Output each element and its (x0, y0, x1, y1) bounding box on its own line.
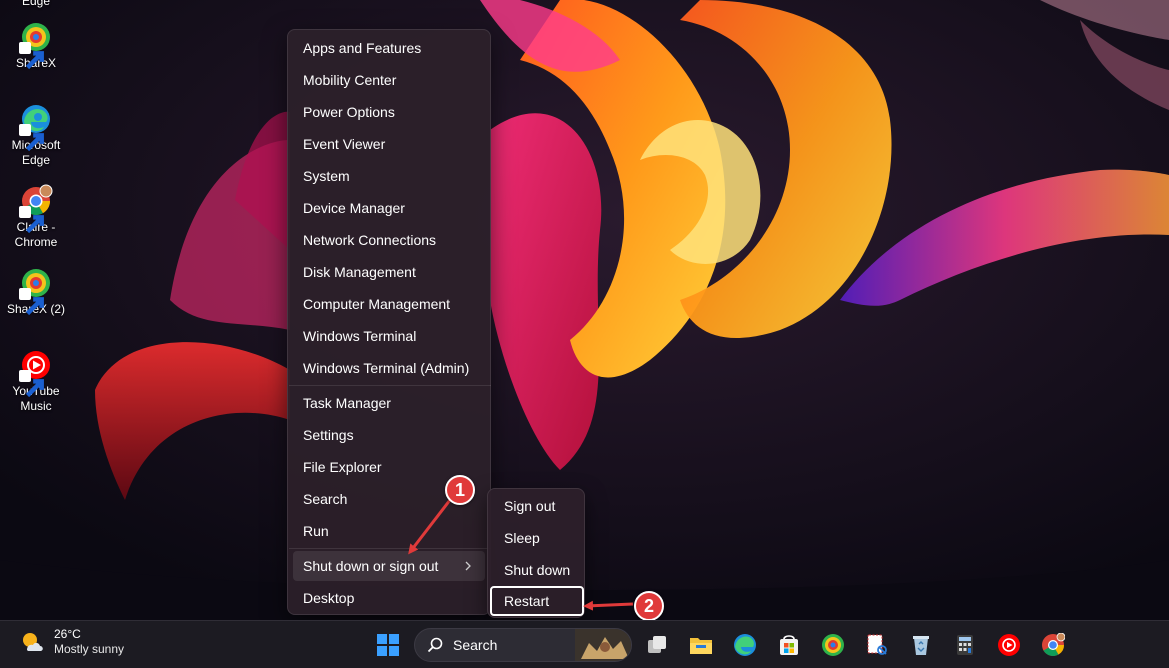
annotation-badge-2: 2 (634, 591, 664, 621)
search-icon (427, 637, 443, 653)
menu-item-power-options[interactable]: Power Options (293, 97, 485, 127)
submenu-item-shut-down[interactable]: Shut down (490, 555, 584, 585)
sharex-icon (19, 20, 53, 70)
menu-item-disk-management[interactable]: Disk Management (293, 257, 485, 287)
menu-item-system[interactable]: System (293, 161, 485, 191)
chrome-icon (1042, 633, 1065, 656)
menu-item-windows-terminal-admin[interactable]: Windows Terminal (Admin) (293, 353, 485, 383)
store-icon (780, 635, 798, 655)
weather-widget[interactable]: 26°C Mostly sunny (18, 627, 124, 657)
menu-item-device-manager[interactable]: Device Manager (293, 193, 485, 223)
weather-temperature: 26°C (54, 627, 81, 641)
taskbar-recycle-bin[interactable] (905, 629, 937, 661)
sharex-icon (822, 634, 844, 656)
submenu-item-restart[interactable]: Restart (490, 586, 584, 616)
shortcut-arrow-icon (19, 124, 44, 152)
taskbar-calculator[interactable] (949, 629, 981, 661)
file-explorer-icon (690, 638, 712, 654)
weather-description: Mostly sunny (54, 642, 125, 656)
search-highlight-art-icon (575, 629, 631, 661)
taskbar-chrome[interactable] (1037, 629, 1069, 661)
edge-icon (19, 102, 53, 152)
desktop-icon-youtube-music[interactable]: YouTube Music (4, 348, 68, 414)
desktop-icon-sharex-2[interactable]: ShareX (2) (4, 266, 68, 317)
taskbar-microsoft-store[interactable] (773, 629, 805, 661)
taskbar-search[interactable]: Search (414, 628, 632, 662)
menu-item-task-manager[interactable]: Task Manager (293, 388, 485, 418)
taskbar: 26°C Mostly sunny Search (0, 620, 1169, 668)
menu-item-settings[interactable]: Settings (293, 420, 485, 450)
shortcut-arrow-icon (19, 206, 44, 234)
shortcut-arrow-icon (19, 370, 44, 398)
shutdown-submenu: Sign out Sleep Shut down Restart (487, 488, 585, 618)
menu-separator (289, 548, 491, 549)
youtube-music-icon (998, 634, 1020, 656)
taskbar-sharex[interactable] (817, 629, 849, 661)
chevron-right-icon (465, 561, 471, 571)
menu-item-network-connections[interactable]: Network Connections (293, 225, 485, 255)
menu-item-event-viewer[interactable]: Event Viewer (293, 129, 485, 159)
menu-separator (289, 385, 491, 386)
search-label: Search (453, 637, 498, 653)
menu-item-desktop[interactable]: Desktop (293, 583, 485, 613)
submenu-item-sign-out[interactable]: Sign out (490, 491, 584, 521)
desktop-icon-microsoft-edge[interactable]: Microsoft Edge (4, 102, 68, 168)
menu-item-run[interactable]: Run (293, 516, 485, 546)
start-icon (377, 634, 399, 656)
shortcut-arrow-icon (19, 42, 44, 70)
shortcut-arrow-icon (19, 288, 44, 316)
edge-icon (734, 634, 756, 656)
menu-item-windows-terminal[interactable]: Windows Terminal (293, 321, 485, 351)
menu-item-shut-down-or-sign-out[interactable]: Shut down or sign out (293, 551, 485, 581)
desktop-icon-claire-chrome[interactable]: Claire - Chrome (4, 184, 68, 250)
chrome-icon (19, 184, 53, 234)
desktop-icon-sharex[interactable]: ShareX (4, 20, 68, 71)
task-view-button[interactable] (641, 629, 673, 661)
taskbar-file-explorer[interactable] (685, 629, 717, 661)
menu-item-mobility-center[interactable]: Mobility Center (293, 65, 485, 95)
annotation-badge-1: 1 (445, 475, 475, 505)
taskbar-edge[interactable] (729, 629, 761, 661)
taskbar-youtube-music[interactable] (993, 629, 1025, 661)
sharex-icon (19, 266, 53, 316)
calculator-icon (957, 635, 973, 655)
menu-item-apps-and-features[interactable]: Apps and Features (293, 33, 485, 63)
start-button[interactable] (372, 629, 404, 661)
youtube-music-icon (19, 348, 53, 398)
sunny-weather-icon (23, 633, 43, 651)
power-user-menu: Apps and Features Mobility Center Power … (287, 29, 491, 615)
submenu-item-sleep[interactable]: Sleep (490, 523, 584, 553)
desktop-icon-label-edge-partial: Edge (21, 0, 51, 8)
recycle-bin-icon (913, 636, 929, 655)
taskbar-snipping-tool[interactable] (861, 629, 893, 661)
menu-item-label: Shut down or sign out (303, 558, 439, 574)
menu-item-computer-management[interactable]: Computer Management (293, 289, 485, 319)
task-view-icon (648, 636, 666, 653)
snipping-tool-icon (867, 634, 887, 655)
